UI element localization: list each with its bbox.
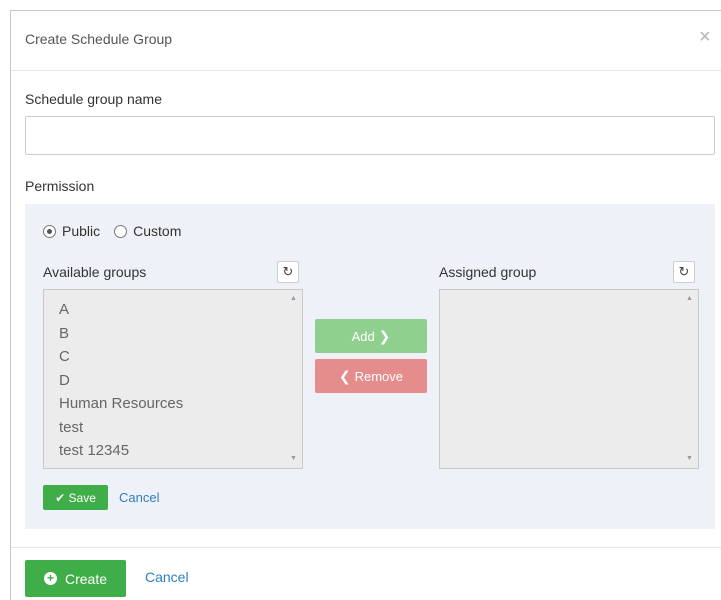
available-refresh-button[interactable]: ↻: [277, 261, 299, 283]
list-item[interactable]: C: [59, 345, 302, 369]
scroll-down-icon[interactable]: ▼: [285, 452, 302, 466]
dialog-header: Create Schedule Group ×: [11, 11, 721, 71]
close-icon[interactable]: ×: [699, 27, 711, 47]
available-groups-label: Available groups: [43, 264, 147, 280]
chevron-right-icon: ❯: [374, 327, 391, 344]
save-button-label: Save: [68, 490, 96, 505]
assigned-refresh-button[interactable]: ↻: [673, 261, 695, 283]
public-radio[interactable]: [43, 224, 56, 238]
list-item[interactable]: A: [59, 298, 302, 322]
assigned-group-list[interactable]: ▲ ▼: [439, 289, 699, 469]
dialog-footer: + Create Cancel: [11, 547, 721, 600]
plus-circle-icon: +: [43, 572, 57, 585]
list-item[interactable]: test: [59, 416, 302, 440]
schedule-group-name-input[interactable]: [25, 116, 715, 155]
permission-label: Permission: [25, 178, 95, 194]
save-button[interactable]: ✔ Save: [43, 485, 108, 510]
scroll-down-icon[interactable]: ▼: [681, 452, 698, 466]
create-schedule-group-dialog: Create Schedule Group × Schedule group n…: [10, 10, 721, 600]
create-button-label: Create: [64, 570, 108, 587]
refresh-icon: ↻: [282, 264, 294, 279]
check-icon: ✔: [55, 490, 69, 505]
list-item[interactable]: Human Resources: [59, 392, 302, 416]
available-list-scrollbar[interactable]: ▲ ▼: [285, 290, 302, 468]
custom-radio[interactable]: [114, 224, 128, 238]
permission-radio-group: Public Custom: [43, 223, 195, 239]
add-button[interactable]: Add ❯: [315, 319, 427, 353]
public-radio-label[interactable]: Public: [62, 223, 100, 239]
custom-radio-label[interactable]: Custom: [133, 223, 181, 239]
dialog-title: Create Schedule Group: [25, 31, 173, 47]
create-button[interactable]: + Create: [25, 560, 126, 597]
assigned-group-label: Assigned group: [439, 264, 537, 280]
schedule-group-name-label: Schedule group name: [25, 91, 162, 107]
scroll-up-icon[interactable]: ▲: [681, 292, 698, 306]
remove-button[interactable]: ❮ Remove: [315, 359, 427, 393]
list-item[interactable]: test 12345: [59, 439, 302, 463]
chevron-left-icon: ❮: [338, 367, 355, 384]
permission-cancel-link[interactable]: Cancel: [119, 490, 159, 505]
remove-button-label: Remove: [354, 368, 404, 384]
permission-panel: Public Custom Available groups ↻ A B C D Hum…: [25, 204, 715, 529]
refresh-icon: ↻: [678, 264, 690, 279]
add-button-label: Add: [351, 328, 375, 344]
scroll-up-icon[interactable]: ▲: [285, 292, 302, 306]
list-item[interactable]: B: [59, 322, 302, 346]
list-item[interactable]: D: [59, 369, 302, 393]
available-groups-list[interactable]: A B C D Human Resources test test 12345 ▲ ▼: [43, 289, 303, 469]
cancel-link[interactable]: Cancel: [145, 569, 189, 585]
assigned-list-scrollbar[interactable]: ▲ ▼: [681, 290, 698, 468]
